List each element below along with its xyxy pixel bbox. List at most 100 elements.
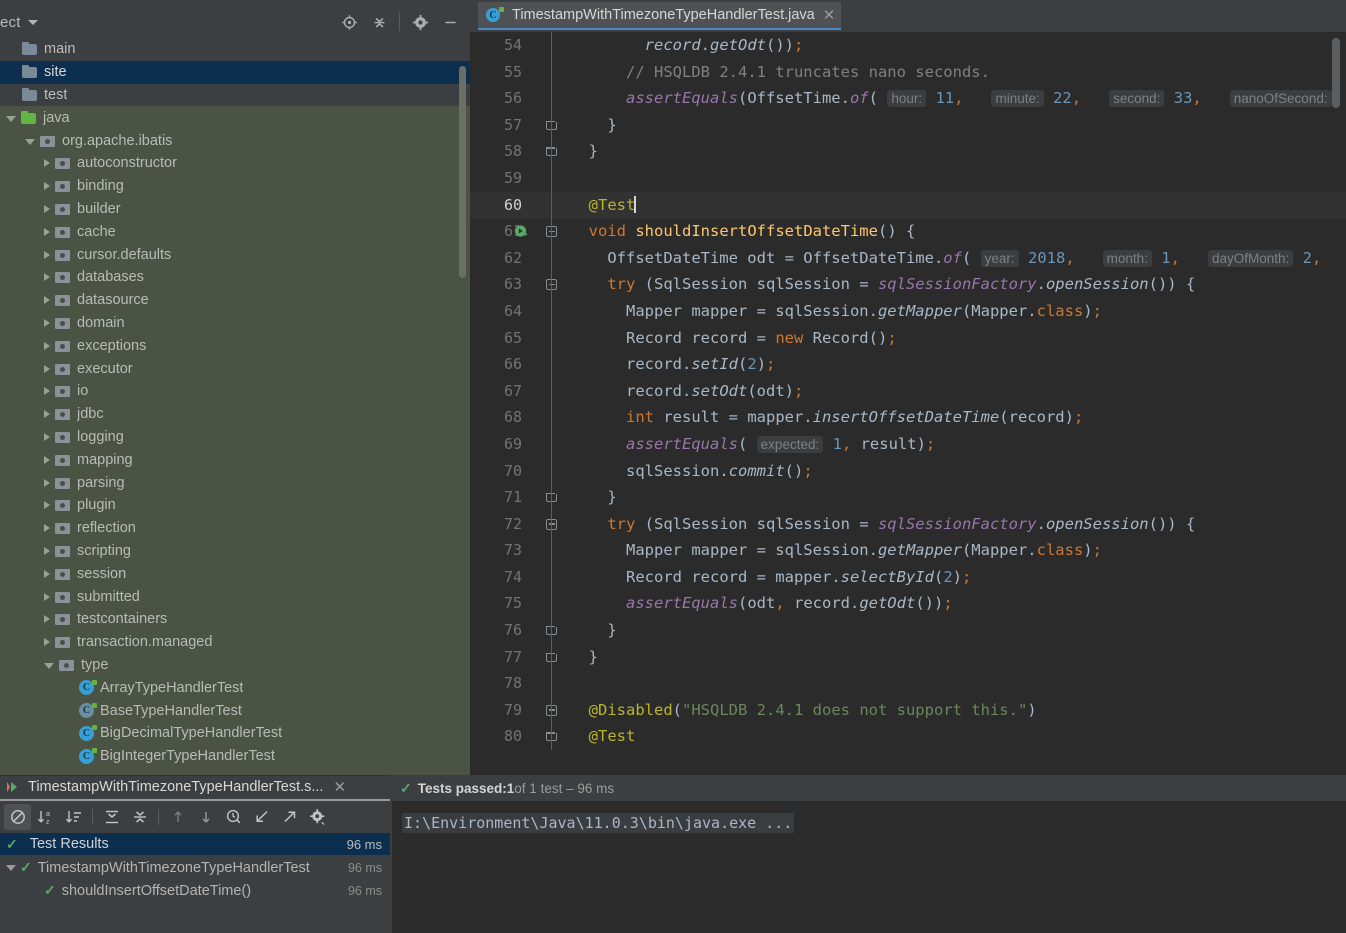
project-tree[interactable]: main site test java org.apache.ibatis autocon… [0,38,470,775]
tree-item-mapping[interactable]: mapping [0,448,470,471]
minimize-icon[interactable] [436,8,464,36]
next-failed-icon[interactable] [192,804,219,830]
tree-item-jdbc[interactable]: jdbc [0,403,470,426]
code-line-62[interactable]: 62 OffsetDateTime odt = OffsetDateTime.o… [470,244,1346,272]
chevron-right-icon[interactable] [44,341,50,350]
chevron-down-icon[interactable] [6,864,16,871]
chevron-right-icon[interactable] [44,227,50,236]
tree-item-binding[interactable]: binding [0,175,470,198]
test-history-icon[interactable] [220,804,247,830]
chevron-right-icon[interactable] [44,478,50,487]
code-line-80[interactable]: 80 @Test [470,723,1346,751]
tree-item-java[interactable]: java [0,106,470,129]
chevron-right-icon[interactable] [44,182,50,191]
test-result-row[interactable]: ✓ shouldInsertOffsetDateTime() 96 ms [0,879,390,902]
code-line-66[interactable]: 66 record.setId(2); [470,351,1346,378]
code-line-71[interactable]: 71 } [470,484,1346,511]
chevron-right-icon[interactable] [44,432,50,441]
chevron-right-icon[interactable] [44,569,50,578]
code-line-79[interactable]: 79 @Disabled("HSQLDB 2.4.1 does not supp… [470,696,1346,724]
tree-item-reflection[interactable]: reflection [0,517,470,540]
prev-failed-icon[interactable] [164,804,191,830]
tree-item-arraytypehandlertest[interactable]: C ArrayTypeHandlerTest [0,676,470,699]
editor-scrollbar[interactable] [1332,38,1340,108]
code-line-76[interactable]: 76 } [470,617,1346,644]
tree-item-basetypehandlertest[interactable]: C BaseTypeHandlerTest [0,699,470,722]
tree-item-logging[interactable]: logging [0,426,470,449]
tree-item-bigdecimaltypehandlertest[interactable]: C BigDecimalTypeHandlerTest [0,722,470,745]
code-line-68[interactable]: 68 int result = mapper.insertOffsetDateT… [470,404,1346,431]
code-line-73[interactable]: 73 Mapper mapper = sqlSession.getMapper(… [470,537,1346,564]
editor-tab-timestampwithtimezonetypehandlertest[interactable]: C TimestampWithTimezoneTypeHandlerTest.j… [478,2,842,30]
code-line-65[interactable]: 65 Record record = new Record(); [470,324,1346,352]
run-tab-bar[interactable]: TimestampWithTimezoneTypeHandlerTest.s..… [0,775,390,801]
tree-item-org-apache-ibatis[interactable]: org.apache.ibatis [0,129,470,152]
tree-item-type[interactable]: type [0,654,470,677]
code-line-63[interactable]: 63 try (SqlSession sqlSession = sqlSessi… [470,271,1346,298]
console-output[interactable]: ✓ Tests passed: 1 of 1 test – 96 ms I:\E… [392,775,1346,933]
test-results-header[interactable]: ✓ Test Results 96 ms [0,833,390,855]
chevron-right-icon[interactable] [44,204,50,213]
tree-item-domain[interactable]: domain [0,312,470,335]
code-line-75[interactable]: 75 assertEquals(odt, record.getOdt()); [470,590,1346,618]
chevron-right-icon[interactable] [44,615,50,624]
code-line-57[interactable]: 57 } [470,111,1346,139]
code-line-74[interactable]: 74 Record record = mapper.selectById(2); [470,563,1346,591]
code-line-67[interactable]: 67 record.setOdt(odt); [470,377,1346,405]
tree-item-bigintegertypehandlertest[interactable]: C BigIntegerTypeHandlerTest [0,745,470,768]
chevron-right-icon[interactable] [44,296,50,305]
tree-item-scripting[interactable]: scripting [0,540,470,563]
tree-item-cursor-defaults[interactable]: cursor.defaults [0,243,470,266]
code-line-78[interactable]: 78 [470,670,1346,697]
code-line-58[interactable]: 58 } [470,138,1346,165]
gear-icon[interactable] [304,804,331,830]
tree-item-databases[interactable]: databases [0,266,470,289]
tree-item-site[interactable]: site [0,60,470,84]
tree-item-main[interactable]: main [0,38,470,61]
code-line-56[interactable]: 56 assertEquals(OffsetTime.of( hour: 11,… [470,85,1346,112]
tree-item-submitted[interactable]: submitted [0,585,470,608]
sort-by-duration-icon[interactable] [60,804,87,830]
code-line-72[interactable]: 72 try (SqlSession sqlSession = sqlSessi… [470,510,1346,538]
chevron-right-icon[interactable] [44,273,50,282]
collapse-all-icon[interactable] [365,8,393,36]
tree-item-exceptions[interactable]: exceptions [0,334,470,357]
chevron-right-icon[interactable] [44,410,50,419]
tree-item-plugin[interactable]: plugin [0,494,470,517]
collapse-all-icon[interactable] [126,804,153,830]
chevron-right-icon[interactable] [44,592,50,601]
code-line-54[interactable]: 54 record.getOdt()); [470,32,1346,59]
chevron-down-icon[interactable] [27,19,38,25]
code-line-61[interactable]: 61 void shouldInsertOffsetDateTime() { [470,218,1346,245]
code-line-77[interactable]: 77 } [470,643,1346,671]
chevron-right-icon[interactable] [44,159,50,168]
tree-item-builder[interactable]: builder [0,198,470,221]
code-line-60[interactable]: 60 @Test [470,191,1346,219]
chevron-right-icon[interactable] [44,387,50,396]
chevron-right-icon[interactable] [44,250,50,259]
tree-item-test[interactable]: test [0,83,470,107]
chevron-right-icon[interactable] [44,501,50,510]
test-result-row[interactable]: ✓ TimestampWithTimezoneTypeHandlerTest 96 … [0,856,390,879]
tree-item-testcontainers[interactable]: testcontainers [0,608,470,631]
chevron-right-icon[interactable] [44,364,50,373]
code-line-59[interactable]: 59 [470,164,1346,192]
chevron-right-icon[interactable] [44,546,50,555]
tree-item-cache[interactable]: cache [0,220,470,243]
close-icon[interactable]: ✕ [823,8,836,23]
chevron-right-icon[interactable] [44,318,50,327]
gear-icon[interactable] [406,8,434,36]
sort-alphabetically-icon[interactable]: a z [32,804,59,830]
expand-all-icon[interactable] [98,804,125,830]
close-icon[interactable]: ✕ [333,778,346,796]
chevron-down-icon[interactable] [6,115,16,122]
code-content[interactable]: 54 record.getOdt()); 55 // HSQLDB 2.4.1 t… [470,32,1346,775]
chevron-right-icon[interactable] [44,638,50,647]
code-line-70[interactable]: 70 sqlSession.commit(); [470,457,1346,485]
chevron-down-icon[interactable] [44,662,54,669]
chevron-right-icon[interactable] [44,524,50,533]
import-tests-icon[interactable] [248,804,275,830]
hide-passed-icon[interactable] [4,804,31,830]
code-line-64[interactable]: 64 Mapper mapper = sqlSession.getMapper(… [470,297,1346,325]
tree-item-parsing[interactable]: parsing [0,471,470,494]
